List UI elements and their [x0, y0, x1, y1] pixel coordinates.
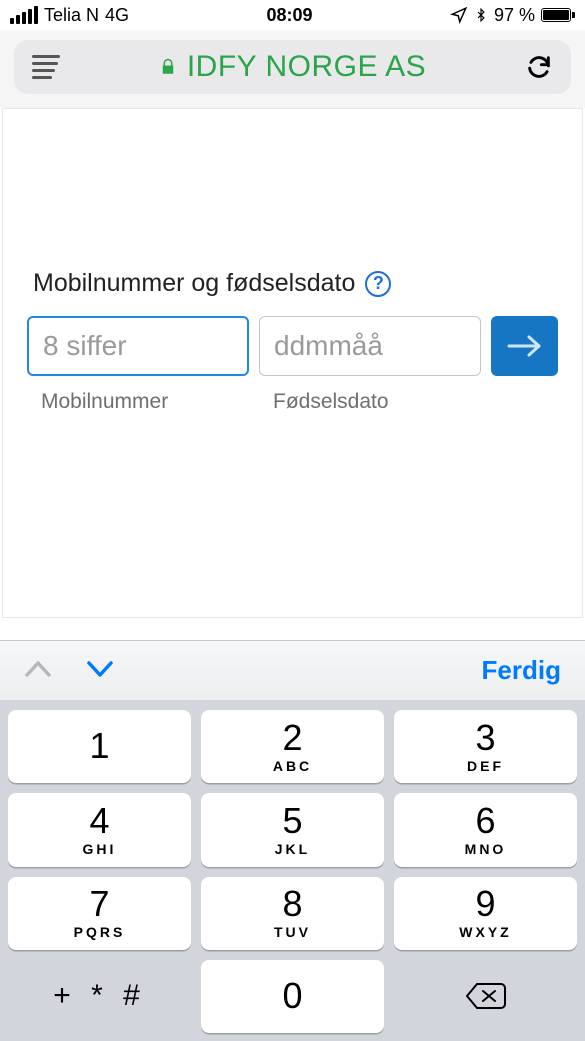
- key-6[interactable]: 6MNO: [394, 793, 577, 866]
- status-bar: Telia N 4G 08:09 97 %: [0, 0, 585, 30]
- bluetooth-icon: [474, 5, 488, 25]
- mobile-number-label: Mobilnummer: [27, 390, 249, 414]
- birthdate-input[interactable]: [259, 316, 481, 376]
- chevron-down-icon: [86, 658, 114, 680]
- key-symbols[interactable]: + * #: [8, 960, 191, 1033]
- key-9[interactable]: 9WXYZ: [394, 877, 577, 950]
- key-backspace[interactable]: [394, 960, 577, 1033]
- key-5[interactable]: 5JKL: [201, 793, 384, 866]
- page-content: Mobilnummer og fødselsdato ? Mobilnummer…: [2, 108, 583, 618]
- previous-field-button: [24, 658, 52, 683]
- birthdate-label: Fødselsdato: [259, 390, 481, 414]
- next-field-button[interactable]: [86, 658, 114, 683]
- mobile-number-input[interactable]: [27, 316, 249, 376]
- network-type-label: 4G: [105, 5, 129, 26]
- site-title: IDFY NORGE AS: [187, 50, 426, 84]
- carrier-label: Telia N: [44, 5, 99, 26]
- key-1[interactable]: 1: [8, 710, 191, 783]
- browser-toolbar: IDFY NORGE AS: [0, 30, 585, 108]
- submit-button[interactable]: [491, 316, 558, 376]
- status-left: Telia N 4G: [10, 5, 129, 26]
- key-0[interactable]: 0: [201, 960, 384, 1033]
- form-heading: Mobilnummer og fødselsdato: [33, 269, 355, 298]
- key-3[interactable]: 3DEF: [394, 710, 577, 783]
- key-7[interactable]: 7PQRS: [8, 877, 191, 950]
- keyboard-accessory-bar: Ferdig: [0, 640, 585, 700]
- status-right: 97 %: [450, 5, 575, 26]
- reload-icon[interactable]: [525, 53, 553, 81]
- keyboard-done-button[interactable]: Ferdig: [482, 655, 561, 686]
- help-icon[interactable]: ?: [365, 271, 391, 297]
- arrow-right-icon: [507, 334, 543, 358]
- site-identity: IDFY NORGE AS: [159, 50, 426, 84]
- key-2[interactable]: 2ABC: [201, 710, 384, 783]
- key-4[interactable]: 4GHI: [8, 793, 191, 866]
- battery-icon: [541, 8, 575, 22]
- backspace-icon: [465, 981, 507, 1011]
- key-8[interactable]: 8TUV: [201, 877, 384, 950]
- clock: 08:09: [266, 5, 312, 26]
- chevron-up-icon: [24, 658, 52, 680]
- address-bar[interactable]: IDFY NORGE AS: [14, 40, 571, 94]
- location-icon: [450, 6, 468, 24]
- numeric-keypad: 1 2ABC 3DEF 4GHI 5JKL 6MNO 7PQRS 8TUV 9W…: [0, 700, 585, 1041]
- reader-menu-icon[interactable]: [32, 55, 60, 79]
- battery-percent-label: 97 %: [494, 5, 535, 26]
- signal-strength-icon: [10, 6, 38, 24]
- lock-icon: [159, 57, 177, 77]
